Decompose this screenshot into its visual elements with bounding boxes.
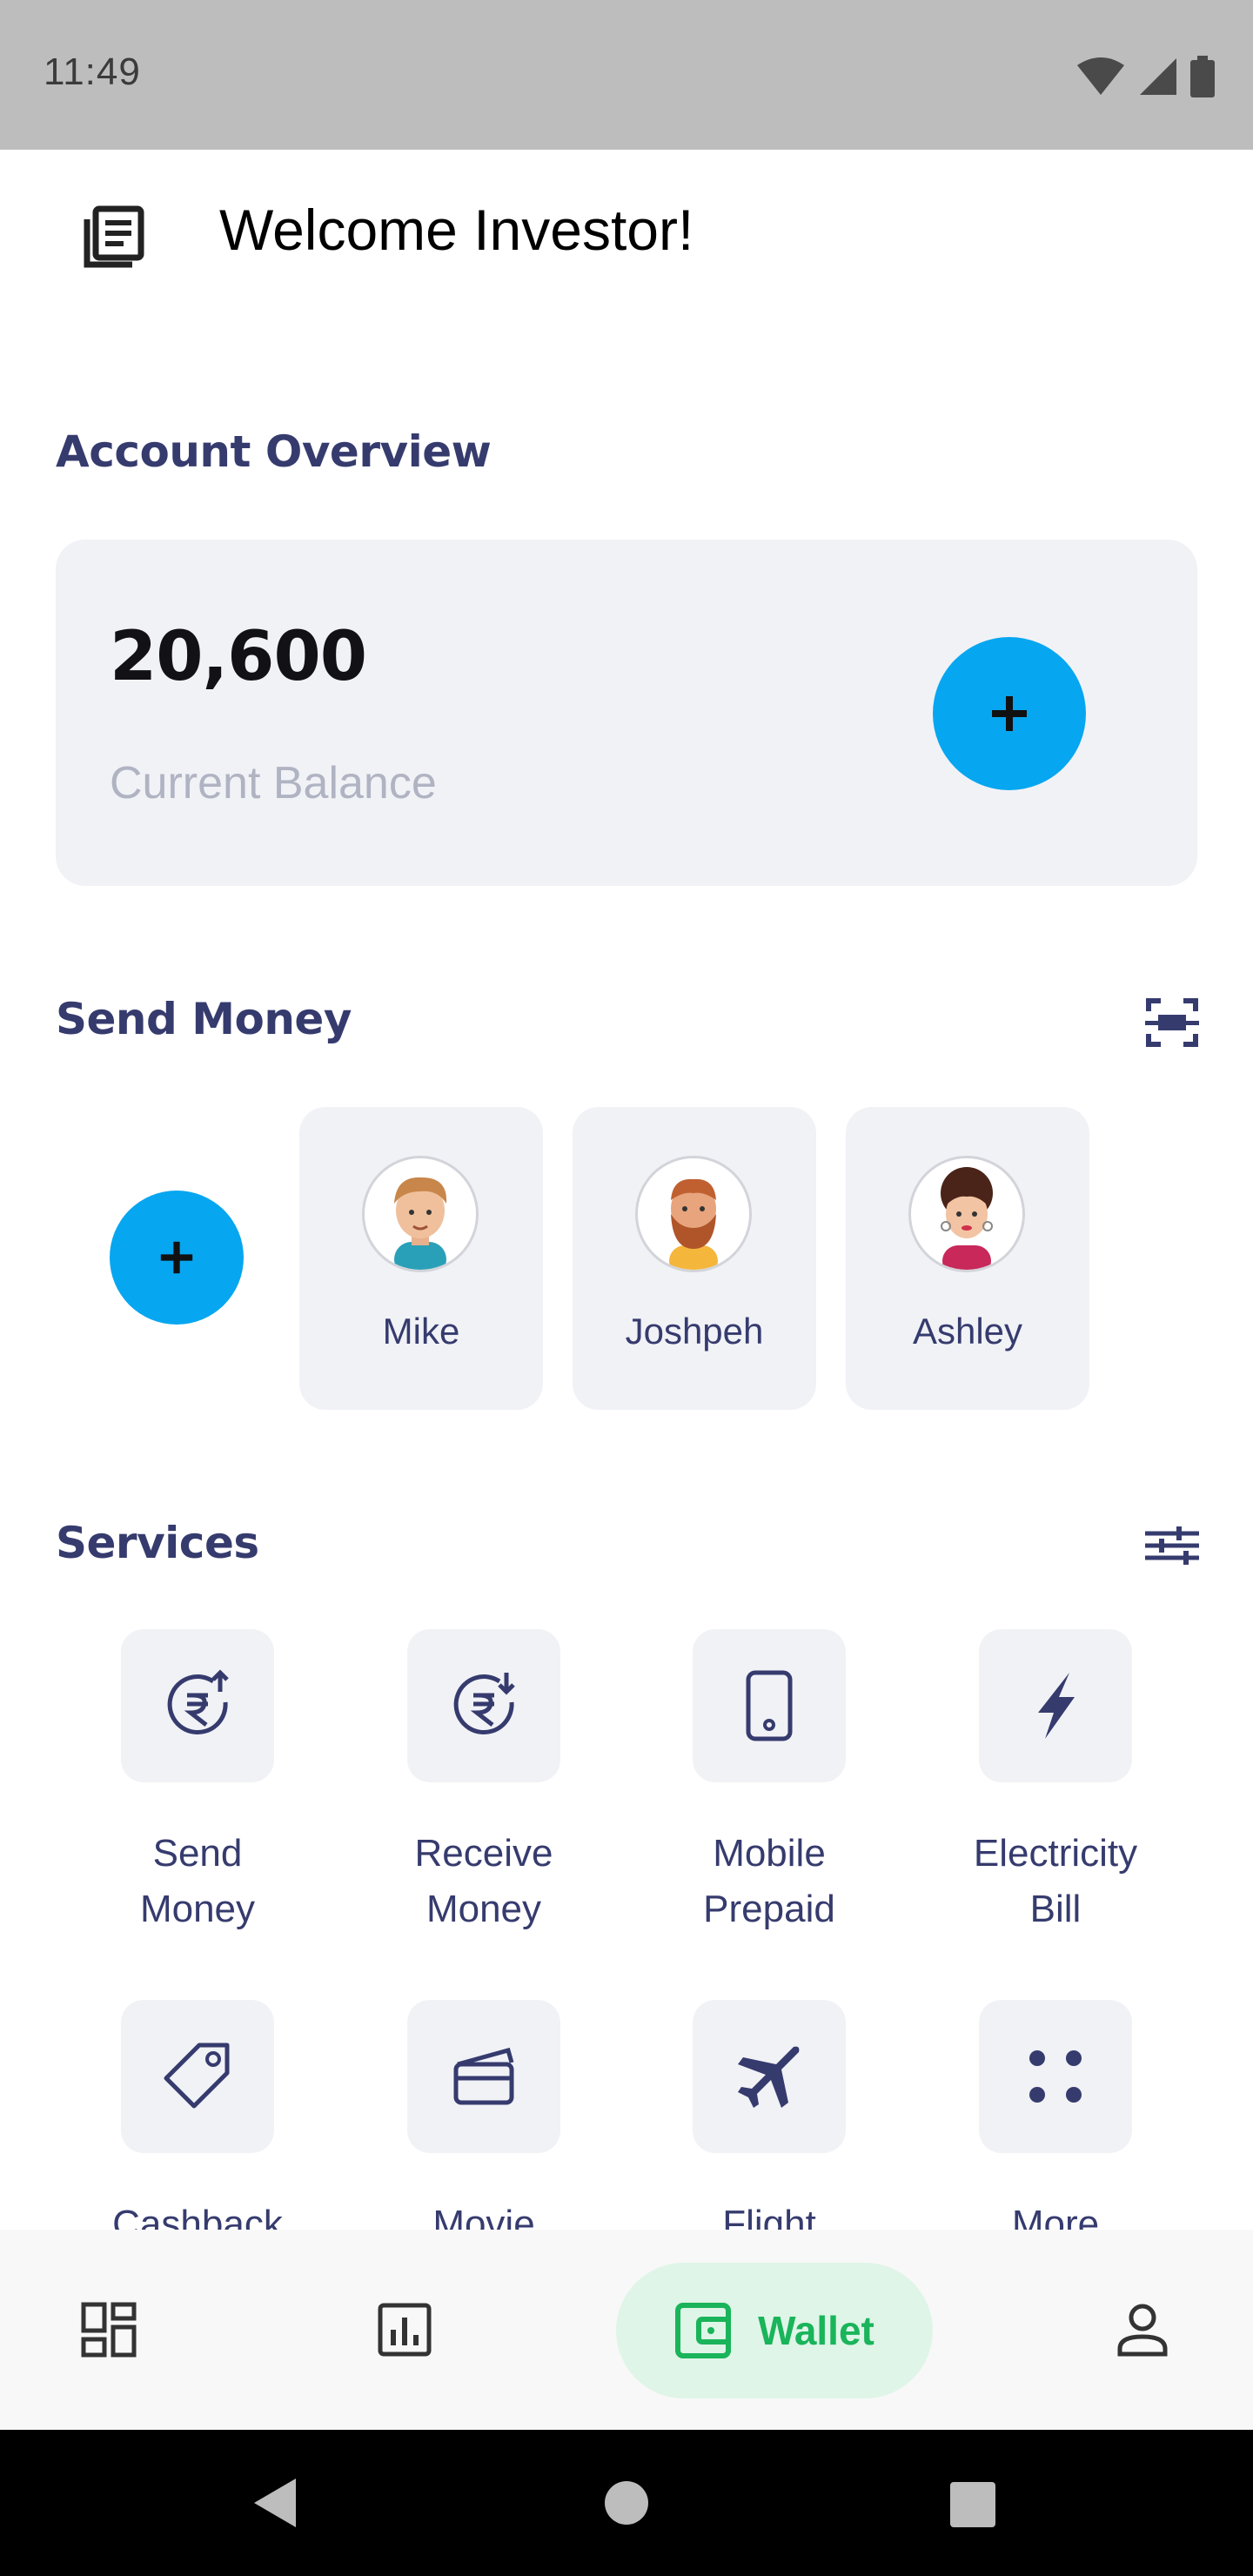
scan-icon[interactable] [1145,997,1199,1048]
balance-card: 20,600 Current Balance [56,540,1197,886]
account-overview-title: Account Overview [56,426,492,477]
recents-icon[interactable] [950,2482,995,2527]
contact-card-mike[interactable]: Mike [299,1107,543,1410]
service-more[interactable]: More [925,2000,1186,2252]
more-dots-icon [979,2000,1132,2153]
contact-name: Mike [382,1311,460,1352]
system-nav-bar [0,2430,1253,2576]
wallet-icon [675,2303,732,2358]
avatar [635,1156,752,1272]
service-label: Send Money [139,1832,256,1930]
contact-card-joshpeh[interactable]: Joshpeh [573,1107,816,1410]
battery-icon [1190,56,1215,97]
page-title: Welcome Investor! [219,198,694,262]
rupee-send-icon [121,1629,274,1782]
service-label: Electricity Bill [973,1832,1138,1930]
app-header: Welcome Investor! [0,150,1253,324]
service-label: Receive Money [414,1832,553,1930]
contact-name: Ashley [912,1311,1023,1352]
avatar [362,1156,479,1272]
status-bar: 11:49 [0,0,1253,150]
service-flight[interactable]: Flight [639,2000,900,2252]
service-movie[interactable]: Movie [353,2000,614,2252]
service-send-money[interactable]: Send Money [67,1629,328,1937]
home-icon[interactable] [604,2480,649,2526]
avatar [908,1156,1025,1272]
balance-label: Current Balance [110,758,437,808]
status-time: 11:49 [44,50,141,93]
service-mobile-prepaid[interactable]: Mobile Prepaid [639,1629,900,1937]
balance-amount: 20,600 [110,618,367,696]
send-money-title: Send Money [56,994,352,1044]
cell-signal-icon [1140,58,1176,95]
service-receive-money[interactable]: Receive Money [353,1629,614,1937]
wallet-nav-item[interactable]: Wallet [616,2263,933,2398]
service-cashback[interactable]: Cashback [67,2000,328,2252]
chart-icon[interactable] [376,2301,433,2358]
profile-icon[interactable] [1116,2299,1169,2360]
filter-settings-icon[interactable] [1145,1526,1199,1565]
wallet-nav-label: Wallet [758,2308,874,2353]
services-title: Services [56,1518,259,1568]
service-electricity-bill[interactable]: Electricity Bill [925,1629,1186,1937]
dashboard-icon[interactable] [78,2299,139,2360]
back-icon[interactable] [252,2477,298,2529]
plus-icon [992,696,1027,731]
lightning-icon [979,1629,1132,1782]
rupee-receive-icon [407,1629,560,1782]
wifi-icon [1077,57,1124,95]
tag-icon [121,2000,274,2153]
news-menu-icon[interactable] [80,202,150,272]
add-contact-button[interactable] [110,1191,244,1325]
mobile-icon [693,1629,846,1782]
bottom-nav: Wallet [0,2230,1253,2430]
movie-ticket-icon [407,2000,560,2153]
plus-icon [160,1241,193,1274]
service-label: Mobile Prepaid [703,1832,835,1930]
add-balance-button[interactable] [933,637,1086,790]
contact-name: Joshpeh [625,1311,764,1352]
airplane-icon [693,2000,846,2153]
contact-card-ashley[interactable]: Ashley [846,1107,1089,1410]
status-icons [1075,56,1215,97]
